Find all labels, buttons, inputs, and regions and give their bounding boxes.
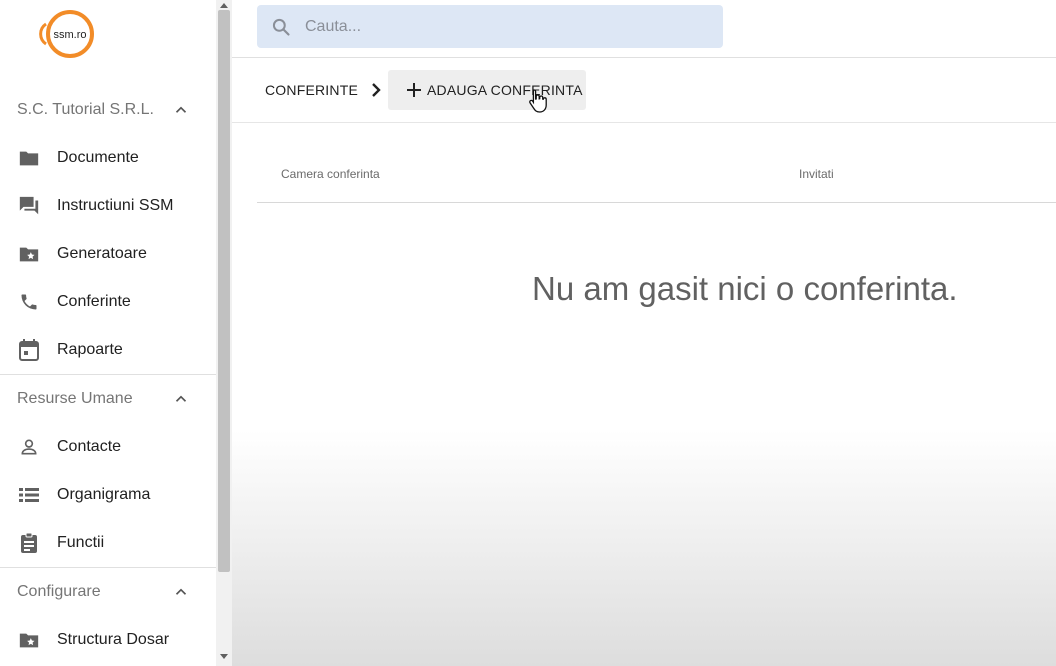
scroll-down-arrow-icon[interactable]: [218, 652, 230, 662]
sidebar-item-label: Structura Dosar: [57, 631, 170, 648]
top-bar: [232, 0, 1056, 58]
sidebar-item-contacte[interactable]: Contacte: [0, 423, 216, 471]
calendar-icon: [17, 338, 41, 362]
scroll-up-arrow-icon[interactable]: [218, 0, 230, 10]
sidebar-item-documente[interactable]: Documente: [0, 134, 216, 182]
sidebar-item-instructiuni[interactable]: Instructiuni SSM: [0, 182, 216, 230]
breadcrumb-current[interactable]: CONFERINTE: [265, 82, 358, 98]
breadcrumb: CONFERINTE ADAUGA CONFERINTA: [232, 59, 1056, 123]
sidebar-item-rapoarte[interactable]: Rapoarte: [0, 326, 216, 374]
search-icon: [272, 18, 290, 36]
section-configurare[interactable]: Configurare: [0, 568, 216, 616]
column-header-invitati[interactable]: Invitati: [799, 167, 834, 181]
forum-icon: [17, 194, 41, 218]
sidebar-item-label: Rapoarte: [57, 341, 123, 358]
section-title: S.C. Tutorial S.R.L.: [17, 101, 154, 118]
empty-state-message: Nu am gasit nici o conferinta.: [532, 270, 958, 307]
scrollbar-thumb[interactable]: [218, 10, 230, 572]
sidebar-item-label: Conferinte: [57, 293, 131, 310]
chevron-up-icon: [175, 395, 187, 402]
bottom-shade: [232, 430, 1056, 666]
sidebar-item-label: Instructiuni SSM: [57, 197, 174, 214]
sidebar-item-label: Documente: [57, 149, 139, 166]
plus-icon: [407, 83, 421, 97]
add-conference-label: ADAUGA CONFERINTA: [427, 82, 583, 98]
chevron-up-icon: [175, 588, 187, 595]
table-header: Camera conferinta Invitati: [257, 150, 1056, 203]
section-title: Resurse Umane: [17, 390, 133, 407]
sidebar-item-organigrama[interactable]: Organigrama: [0, 471, 216, 519]
add-conference-button[interactable]: ADAUGA CONFERINTA: [388, 70, 586, 110]
chevron-right-icon: [372, 83, 381, 97]
clipboard-icon: [17, 531, 41, 555]
folder-star-icon: [17, 242, 41, 266]
phone-icon: [17, 290, 41, 314]
sidebar-item-conferinte[interactable]: Conferinte: [0, 278, 216, 326]
section-title: Configurare: [17, 583, 101, 600]
person-icon: [17, 435, 41, 459]
svg-text:ssm.ro: ssm.ro: [54, 29, 87, 41]
hand-cursor-icon: [529, 89, 547, 113]
sidebar-item-label: Contacte: [57, 438, 122, 455]
sidebar-item-structura-dosar[interactable]: Structura Dosar: [0, 616, 216, 664]
list-icon: [17, 483, 41, 507]
folder-star-icon: [17, 628, 41, 652]
column-header-camera[interactable]: Camera conferinta: [281, 167, 380, 181]
search-input[interactable]: [305, 17, 705, 36]
section-resurse-umane[interactable]: Resurse Umane: [0, 375, 216, 423]
sidebar-item-label: Functii: [57, 534, 105, 551]
search-box[interactable]: [257, 5, 723, 48]
chevron-up-icon: [175, 106, 187, 113]
sidebar: ssm.ro S.C. Tutorial S.R.L. Documente In…: [0, 0, 216, 666]
sidebar-item-label: Organigrama: [57, 486, 151, 503]
sidebar-item-functii[interactable]: Functii: [0, 519, 216, 567]
sidebar-item-generatoare[interactable]: Generatoare: [0, 230, 216, 278]
section-company[interactable]: S.C. Tutorial S.R.L.: [0, 86, 216, 134]
brand-logo[interactable]: ssm.ro: [36, 6, 96, 62]
sidebar-item-label: Generatoare: [57, 245, 147, 262]
folder-icon: [17, 146, 41, 170]
